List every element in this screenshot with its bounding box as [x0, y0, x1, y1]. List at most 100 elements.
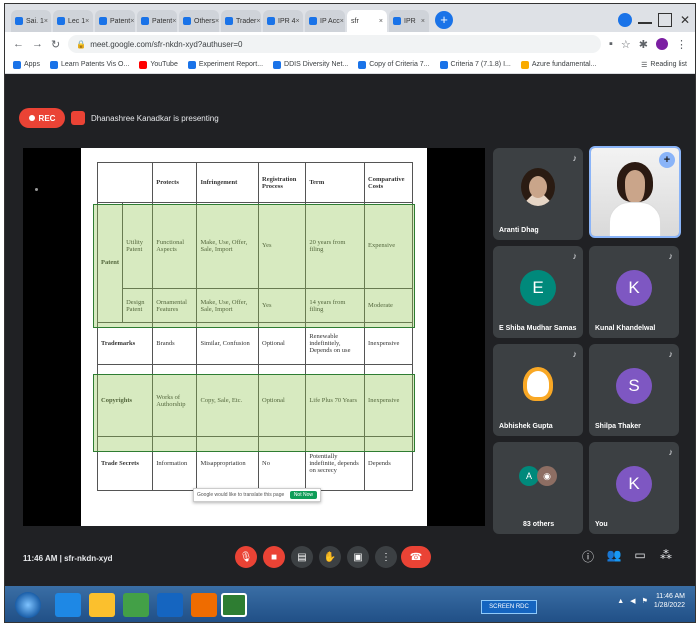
browser-tab[interactable]: Lec 1 ×: [53, 10, 93, 32]
start-button[interactable]: [15, 592, 41, 618]
bookmark-icon: [187, 60, 196, 69]
profile-avatar-icon[interactable]: [656, 38, 668, 50]
browser-tab-active[interactable]: sfr ×: [5, 10, 387, 82]
more-options-button[interactable]: ⋮: [375, 546, 397, 568]
menu-dots-icon[interactable]: ⋮: [676, 38, 687, 51]
maximize-icon[interactable]: [658, 13, 672, 27]
browser-tab[interactable]: Patent ×: [137, 10, 177, 32]
explorer-icon[interactable]: [89, 593, 115, 617]
doc-icon: [225, 17, 233, 25]
participant-avatar: K: [616, 466, 652, 503]
present-button[interactable]: ▣: [347, 546, 369, 568]
close-icon[interactable]: ×: [172, 18, 176, 25]
bookmark-item[interactable]: YouTube: [139, 60, 178, 69]
table-cell: Similar, Confusion: [196, 322, 260, 365]
ie-icon[interactable]: [55, 593, 81, 617]
mic-button[interactable]: 🎙: [235, 546, 257, 568]
present-icon: ▣: [353, 551, 363, 563]
extension-icon[interactable]: ✱: [639, 38, 648, 51]
bookmark-item[interactable]: DDIS Diversity Net...: [273, 60, 348, 69]
bookmark-star-icon[interactable]: ☆: [621, 38, 631, 51]
bookmark-item[interactable]: Learn Patents Vis O...: [49, 60, 129, 69]
close-icon[interactable]: ×: [421, 18, 425, 25]
camera-icon[interactable]: ▪: [609, 38, 613, 50]
self-video-person: [617, 162, 653, 202]
close-icon[interactable]: ×: [340, 18, 344, 25]
copyright-highlight: [93, 374, 415, 452]
bookmark-icon: [439, 60, 448, 69]
browser-tab[interactable]: Patent ×: [95, 10, 135, 32]
doc-icon: [183, 17, 191, 25]
participant-tile[interactable]: ♪ S Shilpa Thaker: [589, 344, 679, 436]
camera-button[interactable]: ■: [263, 546, 285, 568]
close-icon[interactable]: ×: [130, 18, 134, 25]
close-icon[interactable]: ×: [44, 18, 48, 25]
table-header-row: Protects Infringement Registration Proce…: [96, 162, 413, 203]
minimize-icon[interactable]: [638, 16, 652, 24]
bookmark-item[interactable]: Experiment Report...: [187, 60, 263, 69]
browser-tab[interactable]: Sai. 1 ×: [11, 10, 51, 32]
participant-tile[interactable]: ♪ Abhishek Gupta: [493, 344, 583, 436]
camera-off-icon: ■: [270, 551, 278, 563]
media-icon[interactable]: [123, 593, 149, 617]
close-icon[interactable]: ×: [85, 18, 89, 25]
address-bar[interactable]: 🔒 meet.google.com/sfr-nkdn-xyd?authuser=…: [68, 35, 601, 53]
browser-tab[interactable]: Others ×: [179, 10, 219, 32]
presentation-stage[interactable]: Protects Infringement Registration Proce…: [23, 148, 485, 526]
meet-window: REC Dhanashree Kanadkar is presenting Pr…: [5, 74, 695, 622]
firefox-icon[interactable]: [191, 593, 217, 617]
forward-icon[interactable]: →: [32, 38, 43, 50]
window-close-icon[interactable]: ✕: [678, 13, 692, 27]
profile-icon[interactable]: [618, 13, 632, 27]
taskbar-flag[interactable]: SCREEN RDC: [481, 600, 537, 614]
system-clock[interactable]: 11:46 AM 1/28/2022: [654, 592, 685, 610]
close-icon[interactable]: ×: [296, 18, 300, 25]
mic-off-icon: ♪: [572, 349, 578, 359]
people-button[interactable]: 👥: [605, 548, 623, 566]
activities-button[interactable]: ⁂: [657, 548, 675, 566]
browser-tab[interactable]: IPR 4 ×: [263, 10, 303, 32]
participant-tile-you[interactable]: ♪ K You: [589, 442, 679, 534]
others-tile[interactable]: A ◉ 83 others: [493, 442, 583, 534]
volume-icon[interactable]: ◀: [630, 597, 635, 605]
captions-button[interactable]: ▤: [291, 546, 313, 568]
info-button[interactable]: ⓘ: [579, 548, 597, 566]
participant-tile[interactable]: ♪ K Kunal Khandelwal: [589, 246, 679, 338]
hangup-icon: ☎: [409, 551, 423, 563]
word-icon[interactable]: [157, 593, 183, 617]
participant-tile[interactable]: ♪ E E Shiba Mudhar Samas: [493, 246, 583, 338]
raise-hand-button[interactable]: ✋: [319, 546, 341, 568]
browser-tab[interactable]: Trader ×: [221, 10, 261, 32]
bookmark-icon: [520, 60, 529, 69]
new-tab-button[interactable]: +: [435, 11, 453, 29]
record-dot-icon: [28, 115, 35, 121]
chat-button[interactable]: ▭: [631, 548, 649, 566]
not-now-button[interactable]: Not Now: [289, 491, 317, 499]
chrome-icon[interactable]: [221, 593, 247, 617]
mic-off-icon: ♪: [572, 251, 578, 261]
bookmark-item[interactable]: Criteria 7 (7.1.8) I...: [439, 60, 511, 69]
network-icon[interactable]: ▲: [617, 598, 624, 605]
flag-icon[interactable]: ⚑: [642, 597, 648, 605]
chat-icon: ▭: [634, 548, 646, 562]
reload-icon[interactable]: ↻: [51, 38, 60, 51]
people-icon: 👥: [606, 548, 622, 562]
participant-tile[interactable]: ♪ Aranti Dhag: [493, 148, 583, 240]
bookmark-item[interactable]: Apps: [13, 60, 40, 69]
reading-list[interactable]: ☰ Reading list: [641, 61, 687, 69]
browser-tab[interactable]: IP Acc ×: [305, 10, 345, 32]
close-icon[interactable]: ×: [256, 18, 260, 25]
mic-off-icon: ♪: [668, 349, 674, 359]
close-icon[interactable]: ×: [379, 18, 383, 25]
present-screen-icon: [71, 111, 85, 125]
browser-tab[interactable]: IPR ×: [389, 10, 429, 32]
bookmark-item[interactable]: Azure fundamental...: [520, 60, 596, 69]
close-icon[interactable]: ×: [215, 18, 219, 25]
bookmark-item[interactable]: Copy of Criteria 7...: [358, 60, 430, 69]
leave-call-button[interactable]: ☎: [401, 546, 431, 568]
back-icon[interactable]: ←: [13, 38, 24, 50]
pin-icon[interactable]: +: [659, 152, 675, 168]
doc-icon: [309, 17, 317, 25]
self-video-tile[interactable]: +: [589, 146, 681, 238]
participant-photo: [523, 367, 553, 402]
